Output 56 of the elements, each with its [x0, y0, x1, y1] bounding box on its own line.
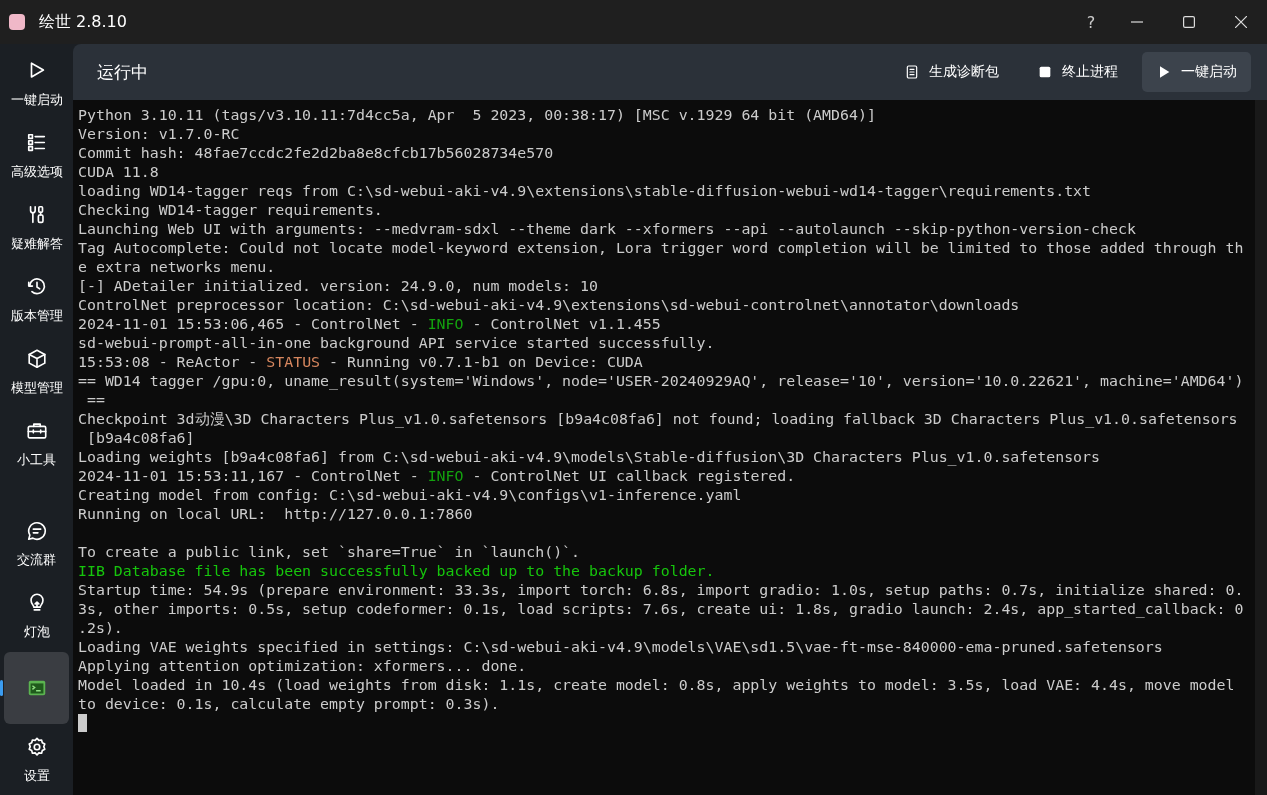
sidebar-item[interactable]: 灯泡: [4, 580, 69, 652]
settings-icon: [25, 735, 48, 758]
console-line: Loading VAE weights specified in settings: C:\sd-webui-aki-v4.9\models\VAE\sd1.5\vae-ft-mse-840000-ema-pruned.safetensors: [78, 638, 1163, 657]
document-icon: [904, 64, 920, 80]
console-line: to device: 0.1s, calculate empty prompt: 0.3s).: [78, 695, 500, 714]
console-line: 2024-11-01 15:53:11,167 - ControlNet - INFO - ControlNet UI callback registered.: [78, 467, 796, 486]
sidebar-item[interactable]: 高级选项: [4, 120, 69, 192]
app-logo-icon: [9, 14, 25, 30]
console-line: ControlNet preprocessor location: C:\sd-webui-aki-v4.9\extensions\sd-webui-controlnet\annotator\downloads: [78, 296, 1020, 315]
console-line: Loading weights [b9a4c08fa6] from C:\sd-webui-aki-v4.9\models\Stable-diffusion\3D Characters Plus_v1.0.safetensors: [78, 448, 1100, 467]
console-line: 2024-11-01 15:53:06,465 - ControlNet - INFO - ControlNet v1.1.455: [78, 315, 661, 334]
chat-icon: [25, 519, 48, 542]
console-line: == WD14 tagger /gpu:0, uname_result(system='Windows', node='USER-20240929AQ', release='10', version='10.0.22621', machine='AMD64'): [78, 372, 1244, 391]
toolbar-button[interactable]: 生成诊断包: [890, 52, 1013, 92]
page-title: 运行中: [97, 60, 149, 84]
close-icon[interactable]: [1235, 16, 1247, 28]
console-line: Commit hash: 48fae7ccdc2fe2d2ba8e8cfcb17b56028734e570: [78, 144, 554, 163]
console-line: loading WD14-tagger reqs from C:\sd-webui-aki-v4.9\extensions\stable-diffusion-webui-wd14-tagger\requirements.txt: [78, 182, 1092, 201]
maximize-icon[interactable]: [1183, 16, 1195, 28]
console-line: Running on local URL: http://127.0.0.1:7860: [78, 505, 473, 524]
console-line: Model loaded in 10.4s (load weights from disk: 1.1s, create model: 0.8s, apply weights to model: 3.5s, load VAE: 4.4s, move model: [78, 676, 1235, 695]
console-line: Checking WD14-tagger requirements.: [78, 201, 383, 220]
console-line: .2s).: [78, 619, 123, 638]
console-line: To create a public link, set `share=True` in `launch()`.: [78, 543, 581, 562]
window-title: 绘世 2.8.10: [39, 11, 127, 33]
console-line: 3s, other imports: 0.5s, setup codeformer: 0.1s, load scripts: 7.6s, create ui: 1.8s, gradio launch: 2.4s, app_started_callback: 0: [78, 600, 1244, 619]
sidebar-item[interactable]: 一键启动: [4, 48, 69, 120]
cube-icon: [25, 347, 48, 370]
console-line: IIB Database file has been successfully backed up to the backup folder.: [78, 562, 715, 581]
sidebar-item[interactable]: 小工具: [4, 408, 69, 480]
console-line: Startup time: 54.9s (prepare environment: 33.3s, import torch: 6.8s, import gradio: 1.0s, setup paths: 0.7s, initialize shared: 0.: [78, 581, 1244, 600]
text-cursor: [78, 714, 87, 732]
console-line: Version: v1.7.0-RC: [78, 125, 240, 144]
sidebar-item[interactable]: 疑难解答: [4, 192, 69, 264]
list-icon: [25, 131, 48, 154]
console-line: CUDA 11.8: [78, 163, 159, 182]
toolbar-button[interactable]: 一键启动: [1142, 52, 1251, 92]
console-line: Launching Web UI with arguments: --medvram-sdxl --theme dark --xformers --api --autolaunch --skip-python-version-check: [78, 220, 1136, 239]
console-line: [b9a4c08fa6]: [85, 429, 195, 448]
console-line: Python 3.10.11 (tags/v3.10.11:7d4cc5a, Apr 5 2023, 00:38:17) [MSC v.1929 64 bit (AMD64)]: [78, 106, 876, 125]
console-line: Checkpoint 3d动漫\3D Characters Plus_v1.0.safetensors [b9a4c08fa6] not found; loading fallback 3D Characters Plus_v1.0.safetensors: [78, 410, 1238, 429]
sidebar-item[interactable]: 版本管理: [4, 264, 69, 336]
sidebar-item[interactable]: 设置: [4, 724, 69, 795]
console-line: Creating model from config: C:\sd-webui-aki-v4.9\configs\v1-inference.yaml: [78, 486, 742, 505]
sidebar-item[interactable]: 模型管理: [4, 336, 69, 408]
console-line: Tag Autocomplete: Could not locate model-keyword extension, Lora trigger word completion will be limited to those added through th: [78, 239, 1244, 258]
console-line: sd-webui-prompt-all-in-one background API service started successfully.: [78, 334, 715, 353]
help-button[interactable]: ?: [1071, 12, 1111, 32]
stop-icon: [1037, 64, 1053, 80]
toolbar-button[interactable]: 终止进程: [1023, 52, 1132, 92]
console-line: ==: [85, 391, 105, 410]
console-line: 15:53:08 - ReActor - STATUS - Running v0.7.1-b1 on Device: CUDA: [78, 353, 643, 372]
console-line: Applying attention optimization: xformers... done.: [78, 657, 527, 676]
console-line: e extra networks menu.: [78, 258, 276, 277]
sidebar-item[interactable]: 交流群: [4, 508, 69, 580]
console-line: [-] ADetailer initialized. version: 24.9.0, num models: 10: [78, 277, 598, 296]
